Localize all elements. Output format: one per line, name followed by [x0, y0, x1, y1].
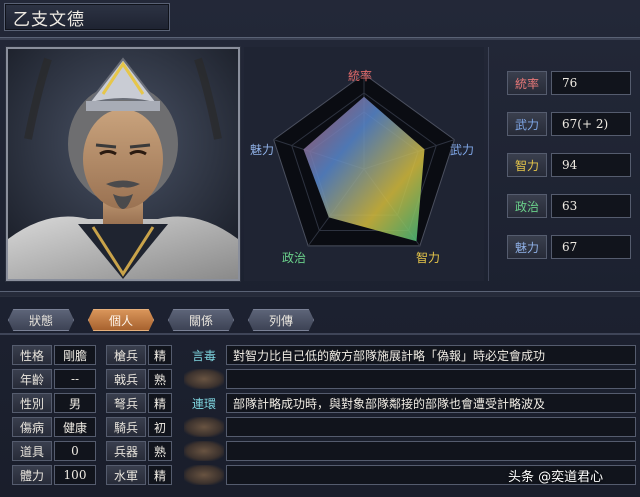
officer-name: 乙支文德 — [13, 9, 85, 30]
attr-value-age: -- — [54, 369, 96, 389]
troop-rank-cavalry: 初 — [148, 417, 172, 437]
attr-name-stamina: 體力 — [12, 465, 52, 485]
troop-rank-siege: 熟 — [148, 441, 172, 461]
stat-name: 統率 — [507, 71, 547, 95]
tabs-underline — [0, 333, 640, 335]
attr-value-gender: 男 — [54, 393, 96, 413]
stat-value: 67 — [551, 235, 631, 259]
top-divider — [0, 37, 640, 40]
stat-name: 武力 — [507, 112, 547, 136]
skill-desc-empty — [226, 441, 636, 461]
stat-list-panel: 統率 76 武力 67(+ 2) 智力 94 政治 63 魅力 67 — [488, 47, 638, 281]
attr-name-gender: 性別 — [12, 393, 52, 413]
radar-label-strength: 武力 — [450, 143, 475, 157]
radar-label-intelligence: 智力 — [416, 251, 441, 265]
attr-value-personality: 剛膽 — [54, 345, 96, 365]
skill-tag-2[interactable]: 連環 — [184, 393, 224, 413]
troop-rank-crossbow: 精 — [148, 393, 172, 413]
stat-row-intelligence: 智力 94 — [507, 153, 631, 177]
skill-tag-1[interactable]: 言毒 — [184, 345, 224, 365]
attr-name-personality: 性格 — [12, 345, 52, 365]
section-divider — [0, 291, 640, 297]
troop-name-cavalry: 騎兵 — [106, 417, 146, 437]
radar-label-politics: 政治 — [282, 251, 307, 265]
troop-name-siege: 兵器 — [106, 441, 146, 461]
skill-tag-empty — [184, 465, 224, 485]
troop-rank-navy: 精 — [148, 465, 172, 485]
stat-radar-panel: 統率 武力 智力 政治 魅力 — [244, 47, 484, 281]
tab-biography[interactable]: 列傳 — [248, 309, 314, 331]
stat-value: 63 — [551, 194, 631, 218]
officer-name-title: 乙支文德 — [4, 3, 170, 31]
tab-relations[interactable]: 關係 — [168, 309, 234, 331]
stat-row-command: 統率 76 — [507, 71, 631, 95]
stat-row-charisma: 魅力 67 — [507, 235, 631, 259]
officer-portrait — [6, 47, 240, 281]
troop-name-spear: 槍兵 — [106, 345, 146, 365]
stat-name: 魅力 — [507, 235, 547, 259]
stat-value: 94 — [551, 153, 631, 177]
stat-name: 智力 — [507, 153, 547, 177]
skill-tag-empty — [184, 369, 224, 389]
tab-personal[interactable]: 個人 — [88, 309, 154, 331]
stat-row-politics: 政治 63 — [507, 194, 631, 218]
stat-value: 67(+ 2) — [551, 112, 631, 136]
radar-label-charisma: 魅力 — [250, 143, 275, 157]
attr-value-injury: 健康 — [54, 417, 96, 437]
attr-name-age: 年齡 — [12, 369, 52, 389]
stat-row-strength: 武力 67(+ 2) — [507, 112, 631, 136]
troop-name-halberd: 戟兵 — [106, 369, 146, 389]
attr-value-items: 0 — [54, 441, 96, 461]
skill-desc-2: 部隊計略成功時，與對象部隊鄰接的部隊也會遭受計略波及 — [226, 393, 636, 413]
attr-name-items: 道具 — [12, 441, 52, 461]
tab-status[interactable]: 狀態 — [8, 309, 74, 331]
attr-name-injury: 傷病 — [12, 417, 52, 437]
officer-screen: 乙支文德 統率 武力 智力 政治 魅力 統率 76 武力 67(+ 2) 智力 … — [0, 0, 640, 497]
portrait-image — [8, 49, 238, 279]
troop-rank-halberd: 熟 — [148, 369, 172, 389]
stat-name: 政治 — [507, 194, 547, 218]
skill-desc-empty — [226, 369, 636, 389]
troop-name-navy: 水軍 — [106, 465, 146, 485]
radar-label-command: 統率 — [348, 69, 373, 83]
skill-desc-1: 對智力比自己低的敵方部隊施展計略「偽報」時必定會成功 — [226, 345, 636, 365]
skill-tag-empty — [184, 417, 224, 437]
skill-desc-empty — [226, 417, 636, 437]
stat-value: 76 — [551, 71, 631, 95]
attr-value-stamina: 100 — [54, 465, 96, 485]
troop-rank-spear: 精 — [148, 345, 172, 365]
watermark-text: 头条 @奕道君心 — [508, 470, 604, 485]
skill-tag-empty — [184, 441, 224, 461]
troop-name-crossbow: 弩兵 — [106, 393, 146, 413]
